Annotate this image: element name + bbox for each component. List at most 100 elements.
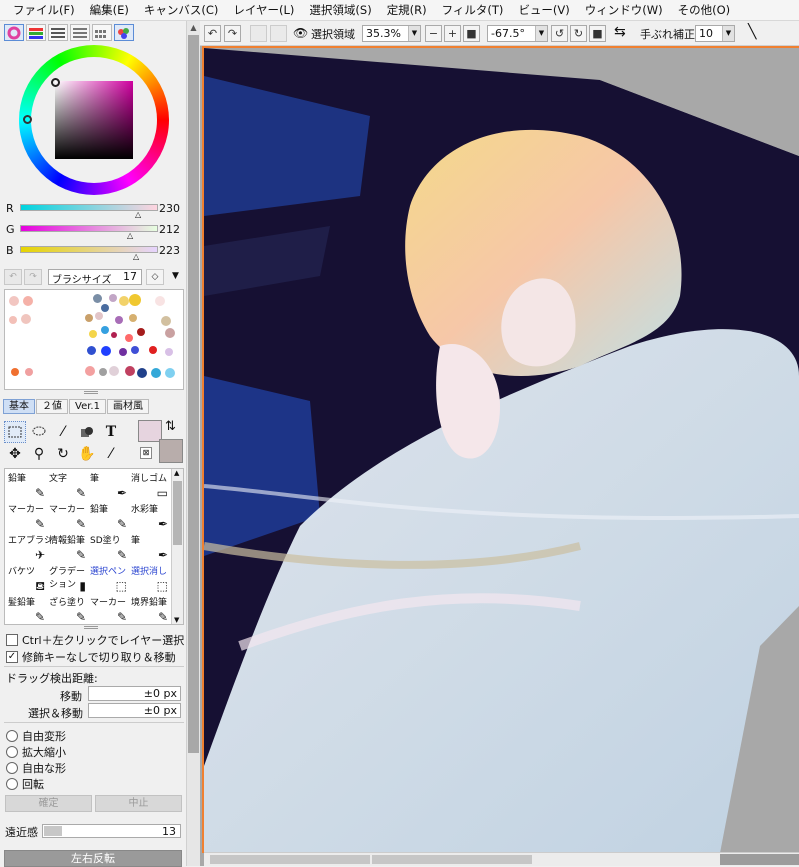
scratch-color-dot[interactable] [93,294,102,303]
undo-color-icon[interactable]: ↶ [4,269,22,285]
tool-tab-basic[interactable]: 基本 [3,399,35,414]
scale-option[interactable]: 拡大縮小 [6,744,66,759]
brush-item[interactable]: 鉛筆 ✎ [89,501,130,532]
zoom-dropdown-icon[interactable]: ▼ [408,26,420,41]
scratch-color-dot[interactable] [131,346,139,354]
g-value[interactable]: 212 [159,223,180,236]
rotate-radio[interactable] [6,777,18,790]
hue-ring[interactable] [19,45,169,195]
scroll-up-icon[interactable]: ▲ [187,21,200,35]
line-tool-icon[interactable]: ╲ [748,24,756,40]
menu-item[interactable]: ファイル(F) [6,0,83,21]
shape-icon[interactable] [76,421,98,443]
menu-item[interactable]: ウィンドウ(W) [578,0,671,21]
scratch-color-dot[interactable] [111,332,117,338]
scratch-color-dot[interactable] [101,326,109,334]
scratch-color-dot[interactable] [125,366,135,376]
brush-item[interactable]: 髪鉛筆 ✎ [7,594,48,624]
rotate-tool-icon[interactable]: ↻ [52,443,74,465]
hsv-slider-tab[interactable] [48,24,68,41]
left-panel-scrollbar[interactable]: ▲ [186,21,200,866]
rotate-cw-icon[interactable]: ↻ [570,25,587,42]
magic-wand-icon[interactable]: ⁄ [52,421,74,443]
menu-item[interactable]: 定規(R) [380,0,435,21]
scratch-color-dot[interactable] [89,330,97,338]
canvas-tab-1[interactable] [210,855,370,864]
brush-item[interactable]: バケツ ⛾ [7,563,48,594]
canvas-tab-2[interactable] [372,855,532,864]
menu-item[interactable]: ビュー(V) [511,0,577,21]
stabilizer-dropdown-icon[interactable]: ▼ [722,26,734,41]
brush-item[interactable]: 文字 ✎ [48,470,89,501]
brush-item[interactable]: マーカー ✎ [89,594,130,624]
flip-horizontal-button[interactable]: 左右反転 [4,850,182,867]
scratch-color-dot[interactable] [23,296,33,306]
free-transform-option[interactable]: 自由変形 [6,728,66,743]
swatch-tab[interactable] [92,24,112,41]
swap-colors-icon[interactable]: ⇅ [165,419,176,434]
transparent-color-icon[interactable]: ⊠ [140,447,152,459]
brush-scroll-down-icon[interactable]: ▼ [174,616,179,624]
scratch-color-dot[interactable] [129,314,137,322]
tool-tab-ver1[interactable]: Ver.1 [69,399,106,414]
scratch-color-dot[interactable] [85,314,93,322]
perspective-slider[interactable]: 13 [42,824,181,838]
scratch-color-dot[interactable] [115,316,123,324]
text-tool-icon[interactable]: T [100,421,122,443]
rotation-reset-icon[interactable]: ■ [589,25,606,42]
deselect-icon[interactable] [250,25,267,42]
brush-item[interactable]: 選択消し ⬚ [130,563,171,594]
redo-icon[interactable]: ↷ [224,25,241,42]
hand-tool-icon[interactable]: ✋ [76,443,98,465]
confirm-button[interactable]: 確定 [5,795,92,812]
rotate-ccw-icon[interactable]: ↺ [551,25,568,42]
sv-marker[interactable] [51,78,60,87]
scratch-color-dot[interactable] [9,296,19,306]
scratch-color-dot[interactable] [161,316,171,326]
brush-item[interactable]: 選択ペン ⬚ [89,563,130,594]
r-value[interactable]: 230 [159,202,180,215]
scratch-color-dot[interactable] [129,294,141,306]
scratch-color-dot[interactable] [165,328,175,338]
scratch-color-dot[interactable] [119,296,129,306]
eraser-toggle-icon[interactable]: ◇ [146,269,164,285]
canvas-hscroll-thumb[interactable] [720,854,799,865]
eye-icon[interactable]: 👁 [293,26,308,40]
move-tool-icon[interactable]: ✥ [4,443,26,465]
invert-selection-icon[interactable] [270,25,287,42]
brush-size-dropdown-icon[interactable]: ▼ [172,271,179,281]
scratch-color-dot[interactable] [109,294,117,302]
scratch-color-dot[interactable] [137,328,145,336]
scratch-color-dot[interactable] [9,316,17,324]
scratch-color-dot[interactable] [119,348,127,356]
flip-view-icon[interactable]: ⇆ [614,24,626,40]
ctrl-click-option[interactable]: Ctrl＋左クリックでレイヤー選択 [6,632,184,648]
rotation-combo[interactable]: -67.5° ▼ [487,25,548,42]
scratch-color-dot[interactable] [155,296,165,306]
scratch-color-dot[interactable] [125,334,133,342]
menu-item[interactable]: フィルタ(T) [435,0,512,21]
brush-size-field[interactable]: ブラシサイズ 17 [48,269,142,286]
hue-marker[interactable] [23,115,32,124]
g-slider-thumb[interactable]: △ [127,232,133,240]
brush-item[interactable]: 筆 ✒ [89,470,130,501]
stabilizer-combo[interactable]: 10 ▼ [695,25,735,42]
scratch-color-dot[interactable] [165,348,173,356]
free-shape-option[interactable]: 自由な形 [6,760,66,775]
menu-item[interactable]: 編集(E) [83,0,137,21]
canvas-hscrollbar[interactable] [204,852,799,866]
no-modifier-option[interactable]: ✓ 修飾キーなしで切り取り＆移動 [6,649,176,665]
no-modifier-checkbox[interactable]: ✓ [6,651,18,663]
cancel-button[interactable]: 中止 [95,795,182,812]
tool-tab-media[interactable]: 画材風 [106,399,149,414]
splitter-grip-2[interactable] [84,626,98,629]
left-panel-scroll-thumb[interactable] [188,35,199,753]
brush-item[interactable]: 筆 ✒ [130,532,171,563]
mix-tab[interactable] [70,24,90,41]
scale-radio[interactable] [6,745,18,758]
brush-panel-scrollbar[interactable]: ▲ ▼ [171,469,183,624]
brush-item[interactable]: 境界鉛筆 ✎ [130,594,171,624]
rgb-slider-tab[interactable] [26,24,46,41]
free-shape-radio[interactable] [6,761,18,774]
artwork-canvas[interactable] [200,46,799,853]
